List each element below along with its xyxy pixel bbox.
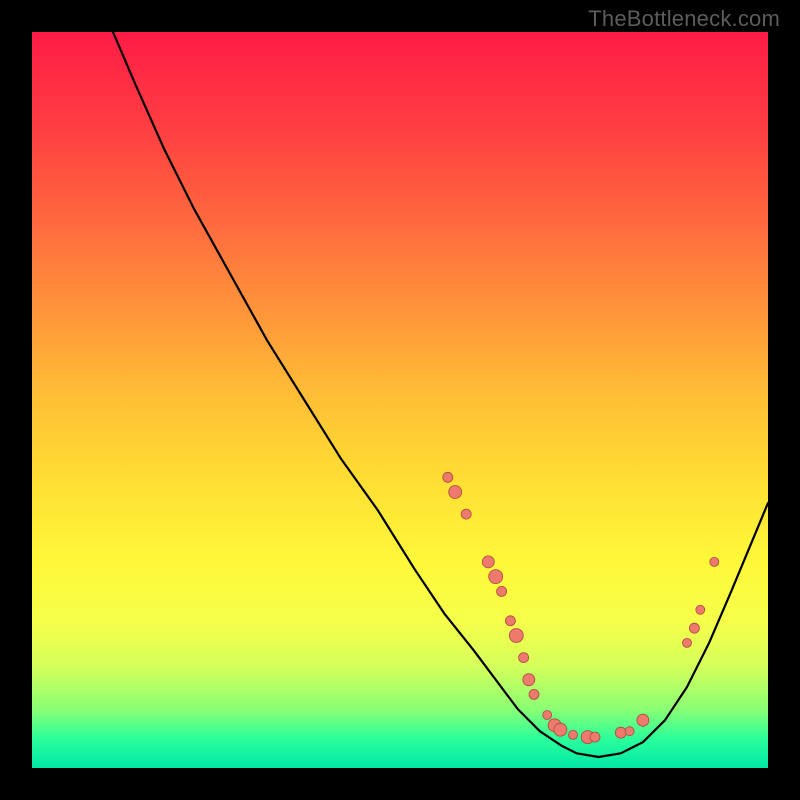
- curve-marker: [683, 638, 692, 647]
- curve-marker: [615, 727, 626, 738]
- curve-marker: [590, 732, 600, 742]
- curve-marker: [519, 653, 529, 663]
- curve-marker: [689, 623, 699, 633]
- chart-plot-area: [32, 32, 768, 768]
- curve-marker: [523, 674, 535, 686]
- curve-marker: [449, 486, 462, 499]
- curve-marker: [710, 557, 719, 566]
- curve-marker: [696, 605, 705, 614]
- curve-marker: [569, 730, 578, 739]
- curve-marker: [554, 723, 567, 736]
- chart-svg: [32, 32, 768, 768]
- curve-marker: [637, 714, 649, 726]
- curve-marker: [482, 556, 494, 568]
- curve-marker: [625, 727, 634, 736]
- watermark-text: TheBottleneck.com: [588, 6, 780, 32]
- bottleneck-curve: [113, 32, 768, 757]
- curve-marker: [489, 570, 503, 584]
- curve-marker: [443, 472, 453, 482]
- curve-marker: [497, 586, 507, 596]
- curve-marker: [529, 689, 539, 699]
- curve-marker: [543, 711, 552, 720]
- curve-marker: [505, 616, 515, 626]
- curve-marker: [509, 629, 523, 643]
- curve-marker: [461, 509, 471, 519]
